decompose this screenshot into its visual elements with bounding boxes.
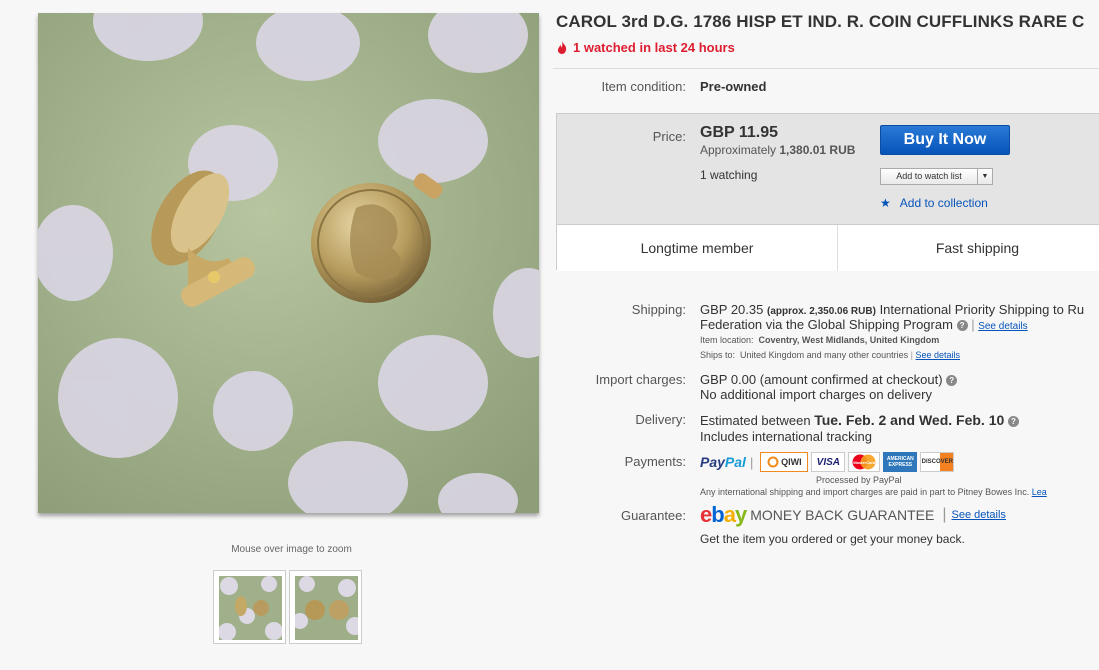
paypal-logo: PayPal [700, 454, 746, 470]
price-approx-value: 1,380.01 RUB [779, 143, 856, 157]
add-to-collection-label: Add to collection [899, 196, 988, 210]
payments-note: Any international shipping and import ch… [700, 487, 1047, 497]
ships-to-value: United Kingdom and many other countries [740, 350, 909, 360]
help-icon[interactable]: ? [1007, 416, 1019, 428]
zoom-hint: Mouse over image to zoom [231, 544, 352, 555]
item-location: Item location: Coventry, West Midlands, … [700, 335, 939, 345]
item-title: CAROL 3rd D.G. 1786 HISP ET IND. R. COIN… [556, 12, 1085, 31]
processed-by-paypal: Processed by PayPal [816, 475, 902, 485]
watching-count: 1 watching [700, 168, 758, 182]
import-line1: GBP 0.00 (amount confirmed at checkout) … [700, 372, 958, 387]
thumbnail-image [219, 576, 282, 640]
delivery-line1: Estimated between Tue. Feb. 2 and Wed. F… [700, 412, 1019, 428]
discover-logo: DISCOVER [920, 452, 955, 472]
condition-label: Item condition: [601, 79, 686, 94]
shipping-line1: GBP 20.35 (approx. 2,350.06 RUB) Interna… [700, 302, 1084, 317]
shipping-service: International Priority Shipping to Ru [879, 302, 1085, 317]
payment-logos: PayPal | QIWI VISA MasterCard AMERICAN E… [700, 452, 955, 472]
import-note: (amount confirmed at checkout) [759, 372, 943, 387]
import-amount: GBP 0.00 [700, 372, 757, 387]
shipping-line2: Federation via the Global Shipping Progr… [700, 317, 1028, 332]
price-approx: Approximately 1,380.01 RUB [700, 143, 855, 157]
condition-value: Pre-owned [700, 79, 767, 94]
thumbnail-image [295, 576, 358, 640]
delivery-label: Delivery: [635, 412, 686, 427]
item-location-label: Item location: [700, 335, 754, 345]
price-amount: GBP 11.95 [700, 124, 778, 141]
delivery-line2: Includes international tracking [700, 429, 872, 444]
mbg-text: MONEY BACK GUARANTEE [750, 507, 935, 523]
mastercard-logo: MasterCard [848, 452, 881, 472]
delivery-prefix: Estimated between [700, 413, 811, 428]
thumbnail-2[interactable] [289, 570, 362, 644]
watch-list-label: Add to watch list [896, 171, 962, 181]
import-label: Import charges: [595, 372, 686, 387]
guarantee-see-details-link[interactable]: See details [951, 509, 1005, 521]
price-label: Price: [652, 129, 686, 144]
add-to-collection-link[interactable]: ★ Add to collection [880, 196, 988, 210]
ships-to-see-details-link[interactable]: See details [916, 350, 961, 360]
shipping-approx: (approx. 2,350.06 RUB) [767, 306, 876, 317]
flame-icon [557, 41, 567, 54]
star-icon: ★ [880, 196, 891, 210]
cufflinks-photo [38, 13, 539, 513]
money-back-guarantee: ebay MONEY BACK GUARANTEE | See details [700, 502, 1006, 527]
import-line2: No additional import charges on delivery [700, 387, 932, 402]
visa-logo: VISA [811, 452, 846, 472]
help-icon[interactable]: ? [946, 375, 958, 387]
help-icon[interactable]: ? [956, 320, 968, 332]
item-location-value: Coventry, West Midlands, United Kingdom [758, 335, 940, 345]
divider [553, 68, 1099, 69]
shipping-program: Federation via the Global Shipping Progr… [700, 317, 953, 332]
guarantee-label: Guarantee: [620, 508, 686, 523]
ships-to-label: Ships to: [700, 350, 736, 360]
ebay-logo: ebay [700, 502, 747, 527]
learn-more-link[interactable]: Lea [1032, 487, 1047, 497]
guarantee-line2: Get the item you ordered or get your mon… [700, 532, 965, 546]
qiwi-logo: QIWI [760, 452, 809, 472]
buy-it-now-button[interactable]: Buy It Now [880, 125, 1010, 155]
shipping-cost: GBP 20.35 [700, 302, 764, 317]
badge-longtime-member: Longtime member [640, 240, 754, 256]
badge-fast-shipping: Fast shipping [836, 225, 1099, 271]
price-approx-prefix: Approximately [700, 143, 777, 157]
ships-to: Ships to: United Kingdom and many other … [700, 350, 961, 360]
shipping-label: Shipping: [631, 302, 686, 317]
seller-badges: Longtime member Fast shipping [557, 224, 1099, 271]
amex-logo: AMERICAN EXPRESS [883, 452, 918, 472]
add-to-watch-list-button[interactable]: Add to watch list ▼ [880, 168, 993, 185]
watched-text: 1 watched in last 24 hours [573, 40, 735, 55]
watched-notice: 1 watched in last 24 hours [557, 40, 735, 55]
delivery-dates: Tue. Feb. 2 and Wed. Feb. 10 [814, 412, 1005, 428]
qiwi-icon [767, 456, 779, 468]
chevron-down-icon[interactable]: ▼ [977, 169, 992, 184]
main-product-image[interactable] [38, 13, 539, 513]
shipping-see-details-link[interactable]: See details [978, 321, 1027, 332]
payments-label: Payments: [624, 454, 686, 469]
thumbnail-1[interactable] [213, 570, 286, 644]
